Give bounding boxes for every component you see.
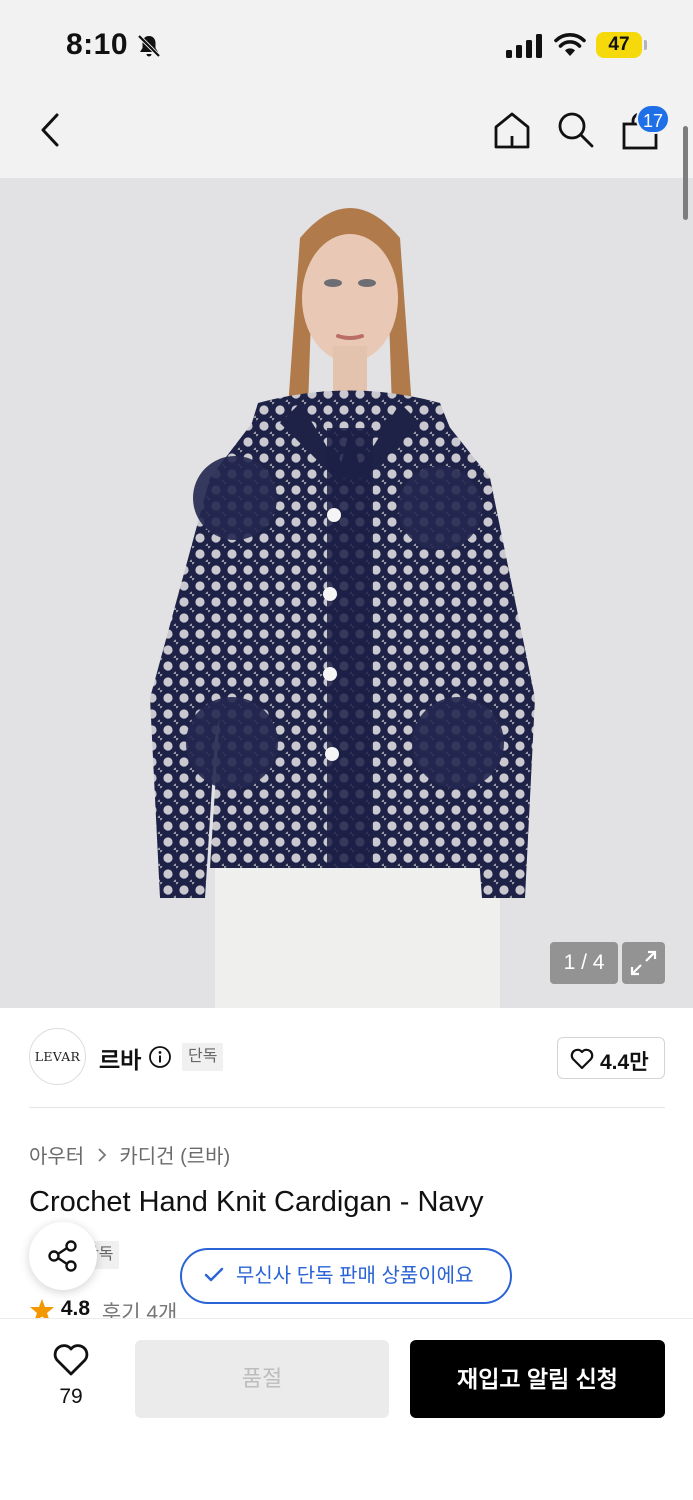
wishlist-heart-icon[interactable]: [52, 1343, 90, 1377]
share-icon: [48, 1240, 77, 1272]
wifi-icon: [554, 33, 586, 56]
brand-name[interactable]: 르바: [99, 1041, 141, 1075]
breadcrumb-item-cardigan[interactable]: 카디건 (르바): [119, 1146, 230, 1168]
exclusive-notice: 무신사 단독 판매 상품이에요: [180, 1248, 512, 1304]
bell-slash-icon: [137, 34, 161, 58]
info-icon[interactable]: [148, 1045, 172, 1069]
chevron-right-icon: [98, 1147, 107, 1162]
image-pager: 1 / 4: [550, 942, 618, 984]
heart-outline-icon: [570, 1048, 594, 1070]
soldout-button[interactable]: 품절: [135, 1340, 389, 1418]
brand-logo[interactable]: LEVAR: [29, 1028, 86, 1085]
product-image[interactable]: [0, 178, 693, 1008]
share-button[interactable]: [29, 1222, 97, 1290]
product-title: Crochet Hand Knit Cardigan - Navy: [29, 1186, 484, 1218]
battery-cap: [644, 40, 647, 50]
battery-icon: 47: [596, 32, 642, 58]
home-icon[interactable]: [492, 110, 532, 150]
breadcrumb: 아우터 카디건 (르바): [29, 1140, 230, 1169]
search-icon[interactable]: [556, 110, 596, 150]
breadcrumb-item-outer[interactable]: 아우터: [29, 1146, 84, 1168]
brand-like-count: 4.4만: [600, 1051, 649, 1074]
brand-like-button[interactable]: 4.4만: [557, 1037, 665, 1079]
status-time: 8:10: [66, 28, 129, 61]
divider: [29, 1107, 665, 1108]
wishlist-count: 79: [59, 1385, 83, 1408]
restock-alert-button[interactable]: 재입고 알림 신청: [410, 1340, 665, 1418]
scrollbar-thumb[interactable]: [683, 126, 688, 220]
rating-value: 4.8: [60, 1297, 91, 1319]
expand-image-button[interactable]: [622, 942, 665, 984]
cellular-signal-icon: [506, 34, 542, 58]
check-icon: [204, 1267, 224, 1282]
review-count: 후기 4개: [101, 1302, 178, 1319]
cart-count-badge: 17: [636, 104, 670, 134]
model-cardigan-illustration: [0, 178, 693, 1008]
exclusive-tag: 단독: [182, 1043, 224, 1071]
star-icon: [30, 1299, 54, 1319]
back-chevron-icon[interactable]: [38, 112, 64, 148]
exclusive-notice-text: 무신사 단독 판매 상품이에요: [236, 1265, 474, 1287]
rating-row[interactable]: 4.8 후기 4개: [29, 1297, 177, 1319]
expand-arrows-icon: [630, 950, 657, 976]
